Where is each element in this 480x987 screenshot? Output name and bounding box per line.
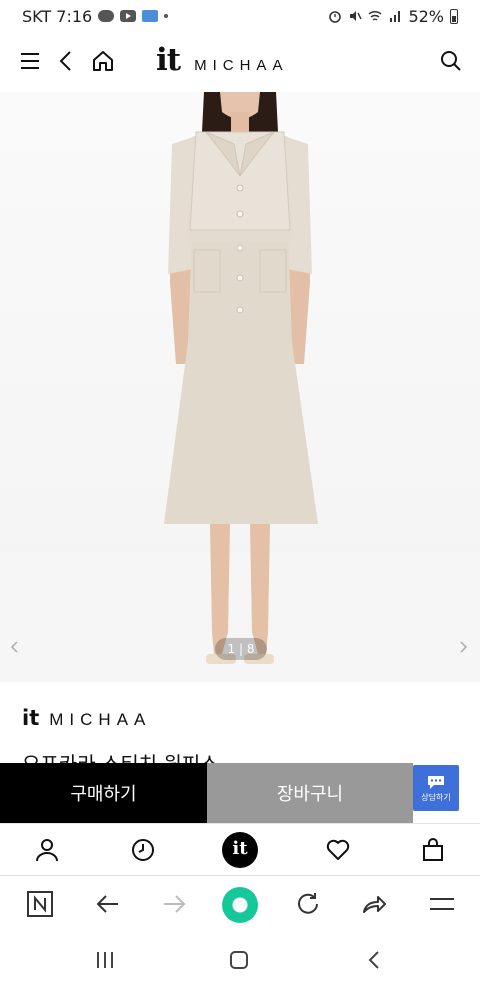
- chat-bubble-icon: [428, 775, 444, 789]
- signal-icon: [390, 11, 401, 22]
- gallery-prev-icon[interactable]: [8, 640, 22, 654]
- chat-button[interactable]: 상담하기: [413, 765, 459, 811]
- battery-percent: 52%: [408, 6, 444, 26]
- share-icon[interactable]: [360, 890, 388, 918]
- logo-text: MICHAA: [194, 57, 289, 74]
- user-icon[interactable]: [34, 837, 60, 863]
- forward-arrow-icon[interactable]: [160, 890, 188, 918]
- clock-icon[interactable]: [130, 837, 156, 863]
- model-dress-photo: [0, 92, 480, 682]
- wifi-icon: [368, 10, 382, 21]
- home-icon[interactable]: [228, 949, 250, 971]
- mute-icon: [350, 11, 363, 21]
- status-bar: SKT 7:16 52%: [0, 0, 480, 32]
- browser-toolbar: [0, 875, 480, 931]
- product-title: 오프카라 스티치 원피스: [22, 752, 219, 764]
- system-nav: [0, 931, 480, 987]
- chat-label: 상담하기: [421, 792, 451, 802]
- logo-it: it: [156, 42, 181, 78]
- back-icon[interactable]: [54, 48, 80, 74]
- back-arrow-icon[interactable]: [94, 890, 122, 918]
- talk-notification-icon: [98, 10, 115, 22]
- brand-name: MICHAA: [49, 710, 152, 729]
- refresh-icon[interactable]: [294, 890, 322, 918]
- battery-icon: [450, 8, 458, 24]
- menu-icon[interactable]: [428, 890, 456, 918]
- alarm-icon: [329, 11, 342, 23]
- product-brand[interactable]: it MICHAA: [22, 706, 151, 730]
- it-home-button[interactable]: it: [222, 832, 258, 868]
- cart-button[interactable]: 장바구니: [207, 763, 413, 823]
- youtube-notification-icon: [120, 10, 137, 22]
- n-icon[interactable]: [26, 890, 54, 918]
- purchase-bar: 구매하기 장바구니 상담하기: [0, 763, 480, 823]
- back-icon[interactable]: [364, 949, 386, 971]
- brand-it: it: [22, 706, 40, 730]
- heart-icon[interactable]: [325, 837, 351, 863]
- gallery-next-icon[interactable]: [456, 640, 470, 654]
- more-notifications-icon: [164, 14, 169, 18]
- search-icon[interactable]: [438, 48, 464, 74]
- bag-icon[interactable]: [420, 837, 446, 863]
- home-icon[interactable]: [90, 48, 116, 74]
- recents-icon[interactable]: [94, 949, 116, 971]
- product-image[interactable]: [0, 92, 480, 682]
- site-header: it MICHAA: [0, 34, 480, 90]
- buy-button[interactable]: 구매하기: [0, 763, 207, 823]
- home-button-icon[interactable]: [222, 887, 258, 923]
- gallery-counter: 1 | 8: [215, 638, 267, 660]
- chat-area: 상담하기: [413, 763, 480, 823]
- menu-icon[interactable]: [18, 48, 44, 74]
- carrier-time: SKT 7:16: [22, 6, 93, 26]
- bottom-nav: it: [0, 823, 480, 875]
- brand-logo[interactable]: it MICHAA: [156, 42, 288, 78]
- image-notification-icon: [142, 10, 159, 22]
